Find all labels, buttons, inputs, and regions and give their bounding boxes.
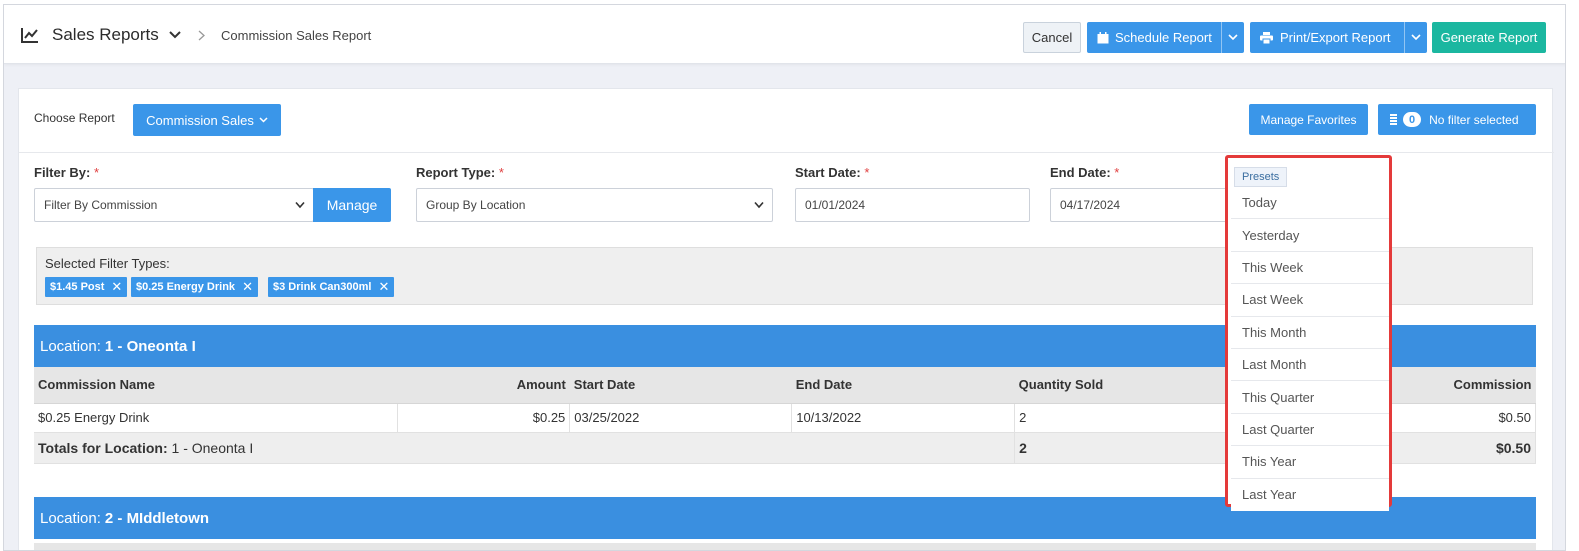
cell-commission-name: $0.25 Energy Drink <box>34 403 399 433</box>
col-start-date[interactable]: Start Date <box>569 367 792 404</box>
generate-report-button[interactable]: Generate Report <box>1432 22 1546 53</box>
end-date-input[interactable]: 04/17/2024 <box>1050 188 1240 222</box>
filter-chip: $1.45 Post ✕ <box>45 277 128 297</box>
report-select-label: Commission Sales <box>146 112 254 128</box>
printer-icon <box>1260 31 1273 44</box>
totals-label: Totals for Location: <box>38 439 168 456</box>
manage-favorites-button[interactable]: Manage Favorites <box>1249 104 1368 135</box>
preset-this-quarter[interactable]: This Quarter <box>1231 381 1389 414</box>
preset-last-month[interactable]: Last Month <box>1231 348 1389 382</box>
filter-chip-label: $3 Drink Can300ml <box>273 281 372 293</box>
cancel-button[interactable]: Cancel <box>1023 22 1081 53</box>
divider <box>19 152 1554 153</box>
cell-end-date: 10/13/2022 <box>791 403 1016 433</box>
date-presets-dropdown: Presets Today Yesterday This Week Last W… <box>1225 155 1392 511</box>
report-window: Sales Reports Commission Sales Report Ca… <box>3 4 1566 551</box>
cell-start-date: 03/25/2022 <box>569 403 793 433</box>
print-export-button[interactable]: Print/Export Report <box>1250 22 1427 53</box>
presets-tab[interactable]: Presets <box>1234 167 1288 187</box>
start-date-input[interactable]: 01/01/2024 <box>795 188 1030 222</box>
col-quantity-sold[interactable]: Quantity Sold <box>1014 367 1229 404</box>
totals-location: 1 - Oneonta I <box>171 439 254 456</box>
filter-chip: $3 Drink Can300ml ✕ <box>268 277 395 297</box>
filter-count-badge: 0 <box>1403 112 1422 127</box>
col-end-date[interactable]: End Date <box>791 367 1015 404</box>
report-select-button[interactable]: Commission Sales <box>133 104 281 136</box>
manage-button[interactable]: Manage <box>313 188 391 222</box>
table-header-row <box>34 543 1536 550</box>
col-commission-name[interactable]: Commission Name <box>34 367 398 404</box>
schedule-report-label: Schedule Report <box>1115 30 1212 45</box>
cell-quantity: 2 <box>1014 403 1230 433</box>
start-date-label: Start Date: * <box>795 165 870 180</box>
presets-list: Today Yesterday This Week Last Week This… <box>1231 187 1389 511</box>
report-type-value: Group By Location <box>426 198 526 212</box>
filter-by-label: Filter By: * <box>34 165 100 180</box>
preset-last-quarter[interactable]: Last Quarter <box>1231 413 1389 447</box>
preset-this-month[interactable]: This Month <box>1231 316 1389 349</box>
print-export-dropdown[interactable] <box>1404 22 1427 53</box>
preset-today[interactable]: Today <box>1231 187 1389 220</box>
preset-last-year[interactable]: Last Year <box>1231 478 1389 511</box>
print-export-label: Print/Export Report <box>1280 30 1391 45</box>
chevron-down-icon[interactable] <box>169 31 181 39</box>
remove-chip-icon[interactable]: ✕ <box>111 279 122 295</box>
breadcrumb-separator-icon <box>198 30 205 41</box>
totals-label-cell: Totals for Location: 1 - Oneonta I <box>34 432 1016 464</box>
filter-chip-label: $0.25 Energy Drink <box>136 281 236 293</box>
choose-report-label: Choose Report <box>34 111 115 125</box>
breadcrumb: Commission Sales Report <box>221 28 372 43</box>
report-type-label: Report Type: * <box>416 165 504 180</box>
col-amount[interactable]: Amount <box>397 367 570 404</box>
selected-filters-title: Selected Filter Types: <box>45 256 170 271</box>
totals-quantity: 2 <box>1014 432 1230 464</box>
location-name: 1 - Oneonta I <box>104 337 196 355</box>
filter-chip: $0.25 Energy Drink ✕ <box>131 277 258 297</box>
preset-yesterday[interactable]: Yesterday <box>1231 219 1389 252</box>
location-prefix: Location: <box>40 337 101 355</box>
filter-status-label: No filter selected <box>1429 112 1519 127</box>
line-chart-icon <box>21 28 38 43</box>
schedule-report-button[interactable]: Schedule Report <box>1087 22 1244 53</box>
schedule-report-dropdown[interactable] <box>1221 22 1244 53</box>
list-icon <box>1390 114 1397 125</box>
chevron-down-icon <box>259 117 268 123</box>
report-type-select[interactable]: Group By Location <box>416 188 773 222</box>
location-prefix: Location: <box>40 509 101 527</box>
remove-chip-icon[interactable]: ✕ <box>242 279 253 295</box>
filter-by-value: Filter By Commission <box>44 198 158 212</box>
preset-this-year[interactable]: This Year <box>1231 446 1389 479</box>
calendar-icon <box>1097 31 1109 43</box>
end-date-label: End Date: * <box>1050 165 1120 180</box>
chevron-down-icon <box>754 201 764 209</box>
chevron-down-icon <box>1228 34 1238 41</box>
app-title[interactable]: Sales Reports <box>52 25 159 45</box>
filter-by-select[interactable]: Filter By Commission <box>34 188 314 222</box>
filter-status-button[interactable]: 0 No filter selected <box>1378 104 1536 135</box>
preset-this-week[interactable]: This Week <box>1231 251 1389 285</box>
preset-last-week[interactable]: Last Week <box>1231 284 1389 317</box>
chevron-down-icon <box>295 201 305 209</box>
cell-amount: $0.25 <box>397 403 571 433</box>
location-name: 2 - MIddletown <box>104 509 210 527</box>
top-header: Sales Reports Commission Sales Report Ca… <box>4 5 1565 64</box>
remove-chip-icon[interactable]: ✕ <box>378 279 389 295</box>
chevron-down-icon <box>1411 34 1421 41</box>
filter-chip-label: $1.45 Post <box>50 281 105 293</box>
